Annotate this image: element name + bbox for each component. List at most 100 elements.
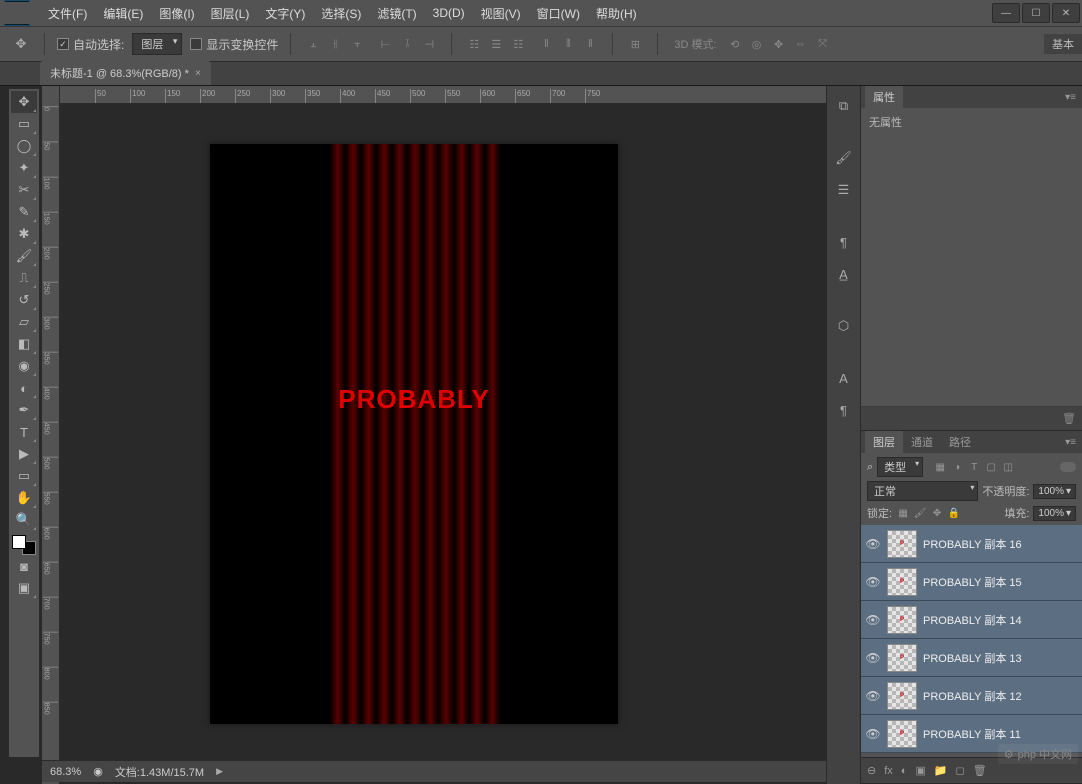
visibility-icon[interactable]: 👁 <box>865 651 881 665</box>
filter-pixel-icon[interactable]: ▦ <box>933 462 947 473</box>
distribute-right-icon[interactable]: ‖ <box>580 34 600 54</box>
3d-panel-icon[interactable]: ⬡ <box>832 314 856 338</box>
brush-panel-icon[interactable]: 🖌 <box>832 146 856 170</box>
layer-thumbnail[interactable]: P <box>887 568 917 596</box>
3d-scale-icon[interactable]: ⤧ <box>813 34 833 54</box>
opacity-input[interactable]: 100%▾ <box>1033 484 1076 499</box>
filter-smart-icon[interactable]: ◫ <box>1001 462 1015 473</box>
menu-view[interactable]: 视图(V) <box>473 3 529 24</box>
magic-wand-tool[interactable]: ✦ <box>11 157 37 179</box>
workspace-switcher[interactable]: 基本 <box>1044 34 1082 54</box>
history-icon[interactable]: ⧉ <box>832 94 856 118</box>
layer-mask-icon[interactable]: ◐ <box>901 765 908 777</box>
lock-all-icon[interactable]: 🔒 <box>947 508 961 519</box>
minimize-button[interactable]: — <box>992 3 1020 23</box>
3d-orbit-icon[interactable]: ⟲ <box>725 34 745 54</box>
distribute-top-icon[interactable]: ☷ <box>464 34 484 54</box>
move-tool[interactable]: ✥ <box>11 91 37 113</box>
color-swatch[interactable] <box>12 535 36 555</box>
layer-fx-icon[interactable]: fx <box>884 765 893 777</box>
filter-shape-icon[interactable]: ▢ <box>984 462 998 473</box>
align-hcenter-icon[interactable]: ⫱ <box>397 34 417 54</box>
link-layers-icon[interactable]: ⊖ <box>867 764 876 777</box>
filter-toggle[interactable] <box>1060 462 1076 472</box>
menu-3d[interactable]: 3D(D) <box>425 4 473 22</box>
fill-input[interactable]: 100%▾ <box>1033 506 1076 521</box>
auto-select-checkbox-wrap[interactable]: ✓ 自动选择: <box>57 36 124 53</box>
panel-menu-icon[interactable]: ▾≡ <box>1059 92 1082 103</box>
eraser-tool[interactable]: ▱ <box>11 311 37 333</box>
vertical-ruler[interactable]: 0 50 100 150 200 250 300 350 400 450 500… <box>42 86 60 784</box>
eyedropper-tool[interactable]: ✎ <box>11 201 37 223</box>
auto-select-checkbox[interactable]: ✓ <box>57 38 69 50</box>
canvas-text[interactable]: PROBABLY <box>338 384 490 415</box>
menu-filter[interactable]: 滤镜(T) <box>369 3 424 24</box>
stamp-tool[interactable]: ⎍ <box>11 267 37 289</box>
brush-tool[interactable]: 🖌 <box>11 245 37 267</box>
align-vcenter-icon[interactable]: ⫲ <box>325 34 345 54</box>
filter-type-dropdown[interactable]: 类型 <box>877 457 923 477</box>
adjustment-layer-icon[interactable]: ▣ <box>915 764 925 777</box>
align-right-icon[interactable]: ⊣ <box>419 34 439 54</box>
menu-select[interactable]: 选择(S) <box>313 3 369 24</box>
lock-pixels-icon[interactable]: 🖌 <box>913 508 927 519</box>
layer-thumbnail[interactable]: P <box>887 606 917 634</box>
layer-thumbnail[interactable]: P <box>887 682 917 710</box>
paragraph-icon[interactable]: ¶ <box>832 230 856 254</box>
menu-type[interactable]: 文字(Y) <box>257 3 313 24</box>
delete-layer-icon[interactable]: 🗑 <box>973 764 987 777</box>
crop-tool[interactable]: ✂ <box>11 179 37 201</box>
zoom-tool[interactable]: 🔍 <box>11 509 37 531</box>
visibility-icon[interactable]: 👁 <box>865 537 881 551</box>
visibility-icon[interactable]: 👁 <box>865 613 881 627</box>
visibility-icon[interactable]: 👁 <box>865 727 881 741</box>
artboard[interactable]: PROBABLY <box>210 144 618 724</box>
status-arrow-icon[interactable]: ▶ <box>216 766 223 777</box>
blur-tool[interactable]: ◉ <box>11 355 37 377</box>
layer-row[interactable]: 👁 P PROBABLY 副本 14 <box>861 601 1082 639</box>
3d-pan-icon[interactable]: ✥ <box>769 34 789 54</box>
layer-name[interactable]: PROBABLY 副本 15 <box>923 574 1022 590</box>
align-left-icon[interactable]: ⊢ <box>375 34 395 54</box>
layer-thumbnail[interactable]: P <box>887 644 917 672</box>
menu-edit[interactable]: 编辑(E) <box>95 3 151 24</box>
align-bottom-icon[interactable]: ⫟ <box>347 34 367 54</box>
history-brush-tool[interactable]: ↺ <box>11 289 37 311</box>
properties-tab[interactable]: 属性 <box>865 86 903 108</box>
quickmask-tool[interactable]: ◙ <box>11 555 37 577</box>
layer-thumbnail[interactable]: P <box>887 530 917 558</box>
layer-name[interactable]: PROBABLY 副本 11 <box>923 726 1021 742</box>
char-style-icon[interactable]: A <box>832 366 856 390</box>
auto-align-icon[interactable]: ⊞ <box>625 34 645 54</box>
trash-icon[interactable]: 🗑 <box>1062 412 1076 425</box>
pen-tool[interactable]: ✒ <box>11 399 37 421</box>
foreground-color[interactable] <box>12 535 26 549</box>
doc-info[interactable]: 文档:1.43M/15.7M <box>115 764 204 780</box>
menu-image[interactable]: 图像(I) <box>151 3 202 24</box>
distribute-vcenter-icon[interactable]: ☰ <box>486 34 506 54</box>
new-group-icon[interactable]: 📁 <box>934 764 948 777</box>
show-transform-checkbox-wrap[interactable]: 显示变换控件 <box>190 36 278 53</box>
layer-row[interactable]: 👁 P PROBABLY 副本 13 <box>861 639 1082 677</box>
para-style-icon[interactable]: ¶ <box>832 398 856 422</box>
tab-paths[interactable]: 路径 <box>941 431 979 453</box>
filter-type-icon[interactable]: T <box>967 462 981 473</box>
move-tool-icon[interactable]: ✥ <box>10 33 32 55</box>
menu-file[interactable]: 文件(F) <box>40 3 95 24</box>
distribute-left-icon[interactable]: ‖ <box>536 34 556 54</box>
healing-tool[interactable]: ✱ <box>11 223 37 245</box>
layer-thumbnail[interactable]: P <box>887 720 917 748</box>
lock-position-icon[interactable]: ✥ <box>930 508 944 519</box>
close-button[interactable]: ✕ <box>1052 3 1080 23</box>
new-layer-icon[interactable]: ◻ <box>956 764 965 777</box>
blend-mode-dropdown[interactable]: 正常 <box>867 481 978 501</box>
tab-layers[interactable]: 图层 <box>865 431 903 453</box>
canvas[interactable]: PROBABLY <box>60 104 826 784</box>
layer-row[interactable]: 👁 P PROBABLY 副本 12 <box>861 677 1082 715</box>
status-icon[interactable]: ◉ <box>93 765 103 778</box>
maximize-button[interactable]: ☐ <box>1022 3 1050 23</box>
path-select-tool[interactable]: ▶ <box>11 443 37 465</box>
layer-name[interactable]: PROBABLY 副本 16 <box>923 536 1022 552</box>
show-transform-checkbox[interactable] <box>190 38 202 50</box>
3d-roll-icon[interactable]: ◎ <box>747 34 767 54</box>
